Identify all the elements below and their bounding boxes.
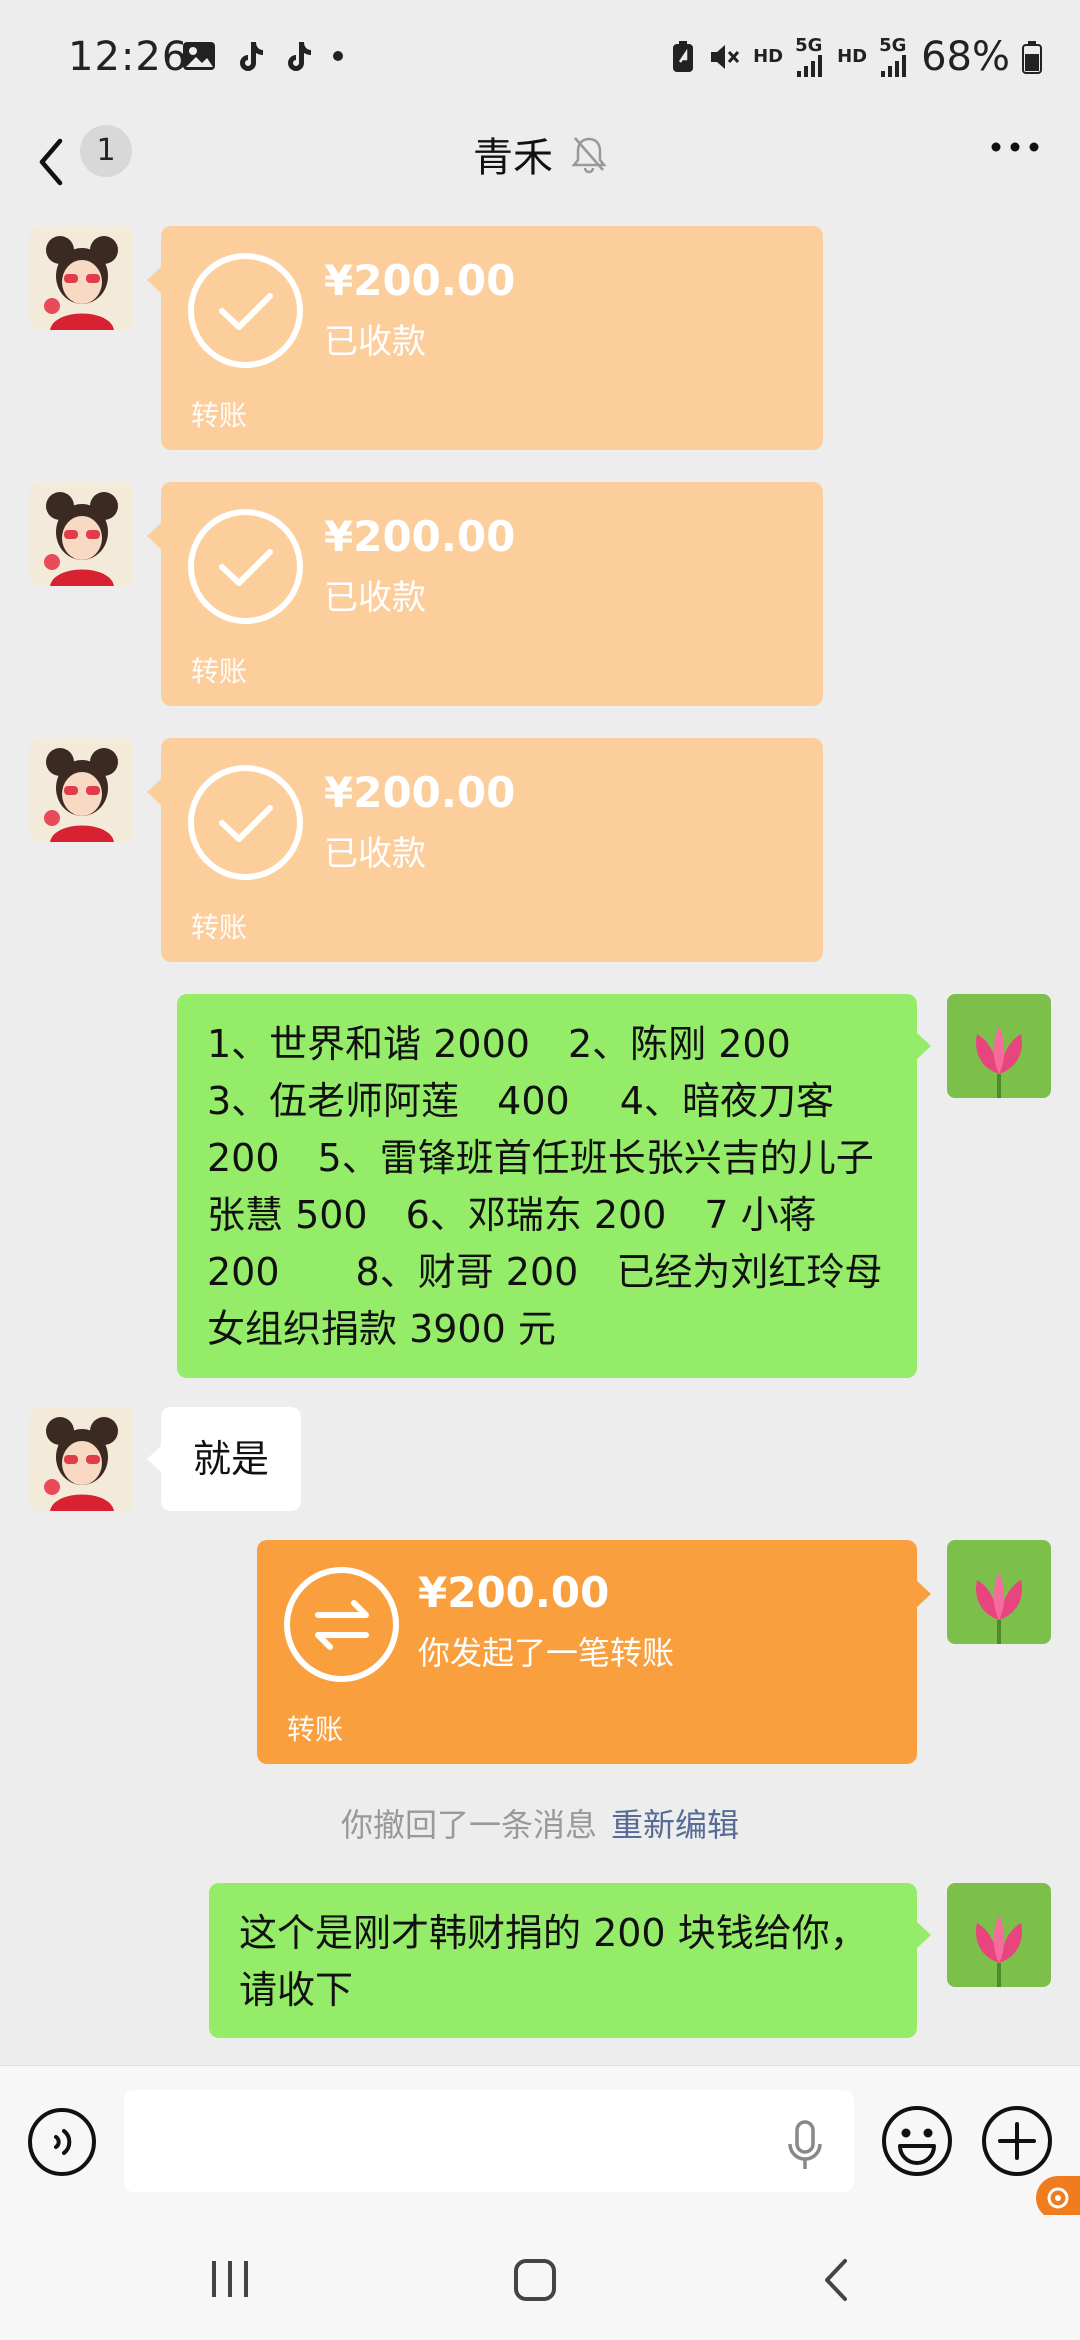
- transfer-label: 转账: [191, 911, 248, 944]
- avatar-contact[interactable]: [30, 226, 134, 330]
- hd-label: HD: [837, 46, 868, 67]
- mic-icon: [788, 2120, 822, 2169]
- avatar-girl-icon: [30, 482, 134, 586]
- message-input[interactable]: [124, 2090, 854, 2192]
- transfer-label: 转账: [287, 1713, 344, 1746]
- recent-apps-button[interactable]: [200, 2257, 260, 2301]
- hd-label: HD: [753, 46, 784, 67]
- avatar-contact[interactable]: [30, 482, 134, 586]
- nav-back-icon: [825, 2259, 847, 2301]
- voice-toggle-button[interactable]: [26, 2106, 98, 2178]
- home-button[interactable]: [510, 2255, 560, 2305]
- shortcut-icon: [1047, 2187, 1069, 2209]
- check-circle-icon: [188, 253, 303, 368]
- signal-bars-icon: [797, 55, 823, 77]
- transfer-status: 你发起了一笔转账: [418, 1634, 675, 1672]
- avatar-contact[interactable]: [30, 1407, 134, 1511]
- transfer-status: 已收款: [324, 322, 426, 362]
- home-icon: [514, 2259, 556, 2301]
- signal-2: 5G: [879, 37, 909, 77]
- chat-title-wrap: 青禾: [0, 125, 1080, 183]
- transfer-status: 已收款: [324, 578, 426, 618]
- floating-shortcut-button[interactable]: [1036, 2176, 1080, 2220]
- emoji-button[interactable]: [880, 2104, 954, 2178]
- mute-bell-icon: [571, 137, 607, 174]
- notification-icons: [182, 40, 344, 72]
- status-bar: 12:26 HD 5G HD 5G 68%: [0, 0, 1080, 115]
- navigation-bar: [0, 2215, 1080, 2340]
- message-reply[interactable]: 就是: [146, 1407, 302, 1511]
- avatar-self[interactable]: [947, 1540, 1051, 1644]
- recall-notice: 你撤回了一条消息 重新编辑: [0, 1800, 1080, 1846]
- tiktok-icon: [240, 42, 263, 71]
- transfer-status: 已收款: [324, 834, 426, 874]
- voice-toggle-icon: [28, 2108, 96, 2176]
- message-donation-list[interactable]: 1、世界和谐 2000 2、陈刚 200 3、伍老师阿莲 400 4、暗夜刀客 …: [177, 994, 931, 1378]
- input-bar: [0, 2065, 1080, 2220]
- transfer-received-card[interactable]: ¥200.00 已收款 转账: [147, 482, 823, 706]
- check-circle-icon: [188, 509, 303, 624]
- avatar-self[interactable]: [947, 1883, 1051, 1987]
- transfer-amount: ¥200.00: [418, 1568, 610, 1617]
- avatar-girl-icon: [30, 226, 134, 330]
- nav-back-button[interactable]: [816, 2255, 856, 2305]
- avatar-lotus-icon: [947, 994, 1051, 1098]
- status-time: 12:26: [68, 34, 189, 80]
- transfer-amount: ¥200.00: [324, 512, 516, 561]
- transfer-arrows-icon: [284, 1567, 399, 1682]
- recent-apps-icon: [212, 2261, 248, 2297]
- transfer-amount: ¥200.00: [324, 768, 516, 817]
- emoji-icon: [882, 2106, 952, 2176]
- battery-saver-icon: [673, 41, 694, 72]
- transfer-label: 转账: [191, 399, 248, 432]
- message-last[interactable]: 这个是刚才韩财捐的 200 块钱给你，请收下: [209, 1883, 931, 2038]
- plus-icon: [982, 2106, 1052, 2176]
- transfer-received-card[interactable]: ¥200.00 已收款 转账: [147, 226, 823, 450]
- dot-icon: [333, 51, 343, 61]
- mute-icon: [711, 45, 740, 69]
- recall-notice-text: 你撤回了一条消息: [340, 1806, 597, 1844]
- avatar-girl-icon: [30, 1407, 134, 1511]
- re-edit-link[interactable]: 重新编辑: [611, 1806, 739, 1844]
- more-icon: [991, 142, 1039, 152]
- transfer-received-card[interactable]: ¥200.00 已收款 转账: [147, 738, 823, 962]
- transfer-amount: ¥200.00: [324, 256, 516, 305]
- transfer-label: 转账: [191, 655, 248, 688]
- chat-header: 1 青禾: [0, 115, 1080, 215]
- signal-1: 5G: [795, 37, 825, 77]
- chat-title: 青禾: [473, 135, 553, 181]
- avatar-contact[interactable]: [30, 738, 134, 842]
- transfer-sent-card[interactable]: ¥200.00 你发起了一笔转账 转账: [257, 1540, 931, 1764]
- mic-button[interactable]: [780, 2118, 830, 2174]
- check-circle-icon: [188, 765, 303, 880]
- 5g-label: 5G: [795, 35, 823, 56]
- tiktok-icon: [288, 42, 311, 71]
- system-icons: HD 5G HD 5G 68%: [671, 34, 1042, 80]
- 5g-label: 5G: [879, 35, 907, 56]
- gallery-icon: [183, 42, 215, 70]
- signal-bars-icon: [881, 55, 907, 77]
- avatar-girl-icon: [30, 738, 134, 842]
- battery-icon: [1022, 41, 1042, 74]
- chat-list[interactable]: ¥200.00 已收款 转账 ¥200.00 已收款 转账 ¥200.00 已收…: [0, 215, 1080, 2065]
- more-button[interactable]: [990, 139, 1040, 158]
- avatar-self[interactable]: [947, 994, 1051, 1098]
- battery-percent: 68%: [921, 34, 1010, 80]
- more-functions-button[interactable]: [980, 2104, 1054, 2178]
- avatar-lotus-icon: [947, 1540, 1051, 1644]
- avatar-lotus-icon: [947, 1883, 1051, 1987]
